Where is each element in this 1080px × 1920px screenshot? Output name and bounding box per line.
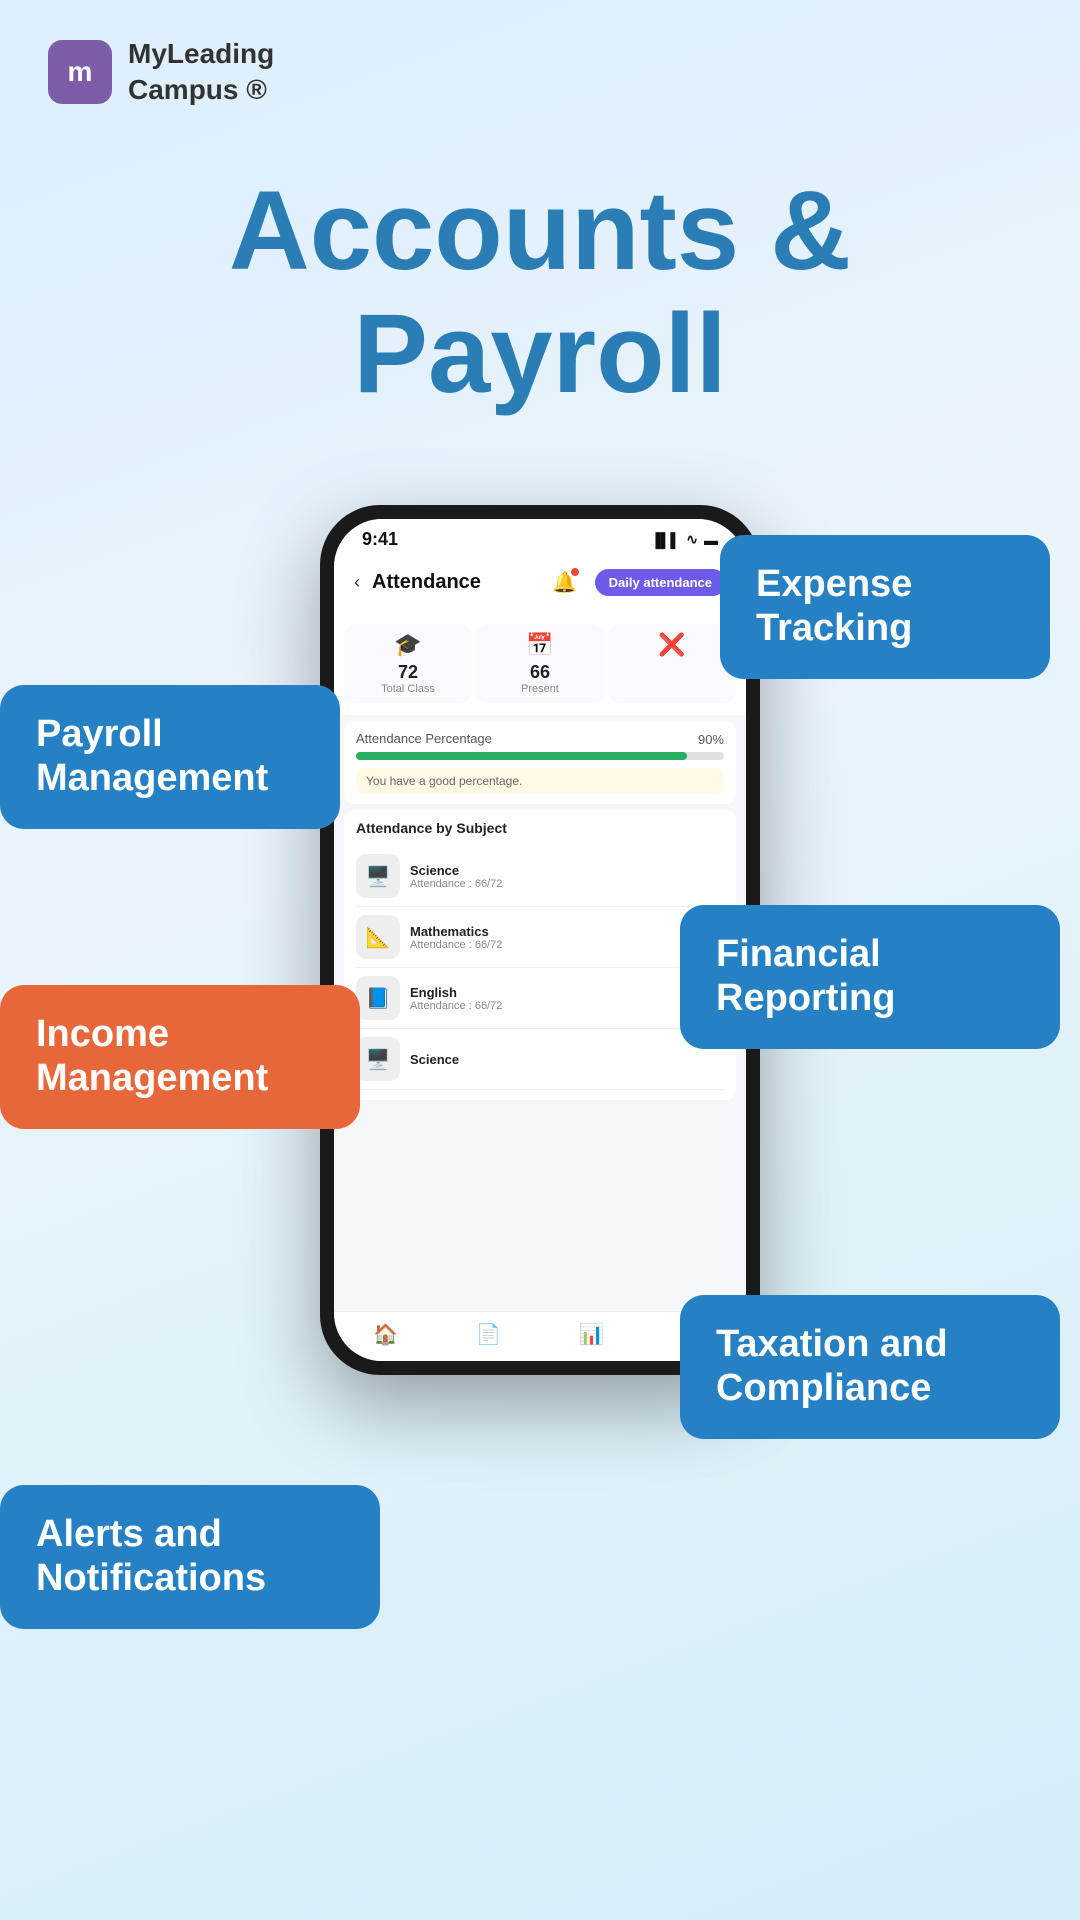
taxation-compliance-card[interactable]: Taxation andCompliance: [680, 1295, 1060, 1438]
header: m MyLeading Campus ®: [0, 0, 1080, 109]
subject-name-science2: Science: [410, 1052, 724, 1067]
subject-info-science: Science Attendance : 66/72: [410, 863, 724, 890]
subject-section-title: Attendance by Subject: [356, 820, 724, 836]
app-header: ‹ Attendance 🔔 Daily attendance: [334, 556, 746, 612]
att-pct-value: 90%: [698, 732, 724, 747]
absent-stat: ❌: [608, 624, 736, 703]
back-button[interactable]: ‹: [354, 572, 360, 593]
graduation-icon: 🎓: [394, 632, 421, 658]
daily-attendance-button[interactable]: Daily attendance: [595, 569, 726, 596]
progress-bar-fill: [356, 752, 687, 760]
content-area: 9:41 ▐▌▌ ∿ ▬ ‹ Attendance 🔔 Daily attend…: [0, 475, 1080, 1855]
att-pct-label: Attendance Percentage: [356, 731, 724, 746]
subject-item-english: 📘 English Attendance : 66/72 88%: [356, 968, 724, 1029]
attendance-percentage-section: Attendance Percentage 90% You have a goo…: [344, 721, 736, 804]
notification-bell-icon[interactable]: 🔔: [547, 564, 583, 600]
total-class-stat: 🎓 72 Total Class: [344, 624, 472, 703]
total-class-value: 72: [398, 662, 418, 683]
nav-stats[interactable]: 📊: [579, 1322, 604, 1347]
screen-title: Attendance: [372, 571, 535, 594]
income-management-card[interactable]: IncomeManagement: [0, 985, 360, 1128]
present-value: 66: [530, 662, 550, 683]
battery-icon: ▬: [704, 532, 718, 548]
subject-info-english: English Attendance : 66/72: [410, 985, 680, 1012]
total-class-label: Total Class: [381, 683, 435, 695]
expense-tracking-label: ExpenseTracking: [756, 563, 1014, 650]
page-heading: Accounts & Payroll: [60, 169, 1020, 415]
signal-bars-icon: ▐▌▌: [651, 532, 681, 548]
alerts-label: Alerts andNotifications: [36, 1513, 344, 1600]
english-icon: 📘: [356, 976, 400, 1020]
good-percentage-message: You have a good percentage.: [356, 768, 724, 794]
calendar-x-icon: ❌: [658, 632, 685, 658]
stats-row: 🎓 72 Total Class 📅 66 Present ❌: [334, 612, 746, 715]
status-bar: 9:41 ▐▌▌ ∿ ▬: [334, 519, 746, 556]
financial-reporting-label: Financial Reporting: [716, 933, 1024, 1020]
subject-item-science: 🖥️ Science Attendance : 66/72: [356, 846, 724, 907]
nav-home[interactable]: 🏠: [373, 1322, 398, 1347]
notification-badge: [569, 566, 581, 578]
subject-section: Attendance by Subject 🖥️ Science Attenda…: [344, 810, 736, 1100]
status-icons: ▐▌▌ ∿ ▬: [651, 531, 719, 548]
subject-info-science2: Science: [410, 1052, 724, 1067]
science2-icon: 🖥️: [356, 1037, 400, 1081]
subject-name-english: English: [410, 985, 680, 1000]
science-icon: 🖥️: [356, 854, 400, 898]
payroll-management-card[interactable]: PayrollManagement: [0, 685, 340, 828]
subject-item-math: 📐 Mathematics Attendance : 66/72 88%: [356, 907, 724, 968]
subject-info-math: Mathematics Attendance : 66/72: [410, 924, 680, 951]
payroll-management-label: PayrollManagement: [36, 713, 304, 800]
subject-name-science: Science: [410, 863, 724, 878]
logo-icon: m: [48, 40, 112, 104]
status-time: 9:41: [362, 529, 398, 550]
subject-att-english: Attendance : 66/72: [410, 1000, 680, 1012]
progress-bar-bg: [356, 752, 724, 760]
subject-att-science: Attendance : 66/72: [410, 878, 724, 890]
subject-name-math: Mathematics: [410, 924, 680, 939]
present-stat: 📅 66 Present: [476, 624, 604, 703]
subject-item-science2: 🖥️ Science: [356, 1029, 724, 1090]
calendar-check-icon: 📅: [526, 632, 553, 658]
wifi-icon: ∿: [686, 531, 698, 548]
alerts-notifications-card[interactable]: Alerts andNotifications: [0, 1485, 380, 1628]
income-management-label: IncomeManagement: [36, 1013, 324, 1100]
financial-reporting-card[interactable]: Financial Reporting: [680, 905, 1060, 1048]
subject-att-math: Attendance : 66/72: [410, 939, 680, 951]
main-title: Accounts & Payroll: [0, 169, 1080, 415]
logo-text: MyLeading Campus ®: [128, 36, 274, 109]
expense-tracking-card[interactable]: ExpenseTracking: [720, 535, 1050, 678]
present-label: Present: [521, 683, 559, 695]
taxation-label: Taxation andCompliance: [716, 1323, 1024, 1410]
nav-documents[interactable]: 📄: [476, 1322, 501, 1347]
math-icon: 📐: [356, 915, 400, 959]
